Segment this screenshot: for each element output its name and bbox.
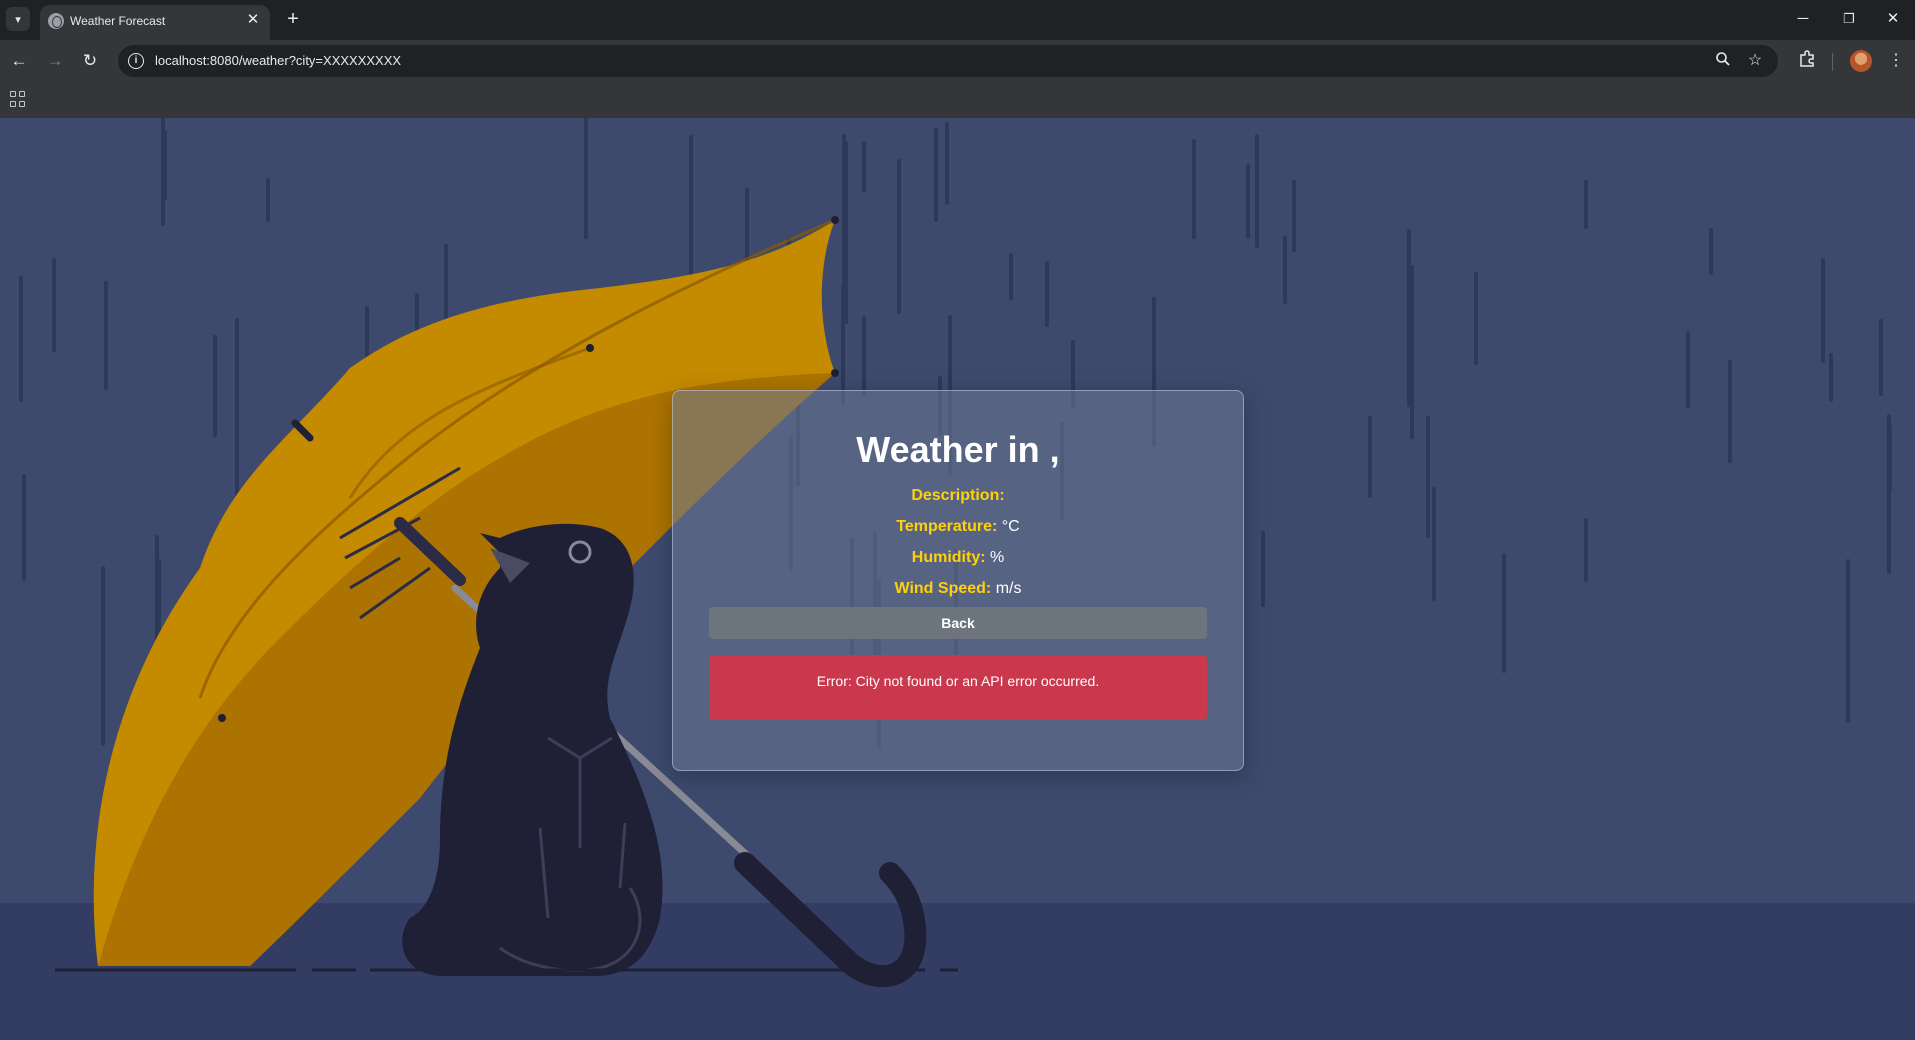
weather-title: Weather in ,	[856, 429, 1060, 470]
globe-icon	[48, 13, 64, 29]
humidity-row: Humidity: %	[673, 549, 1243, 567]
menu-icon[interactable]: ⋮	[1884, 49, 1908, 73]
wind-speed-row: Wind Speed: m/s	[673, 580, 1243, 598]
back-icon[interactable]: ←	[7, 49, 31, 73]
tab-search-icon[interactable]: ▾	[6, 7, 30, 31]
toolbar-divider	[1832, 53, 1833, 71]
tab-weather-forecast[interactable]: Weather Forecast ✕	[40, 5, 270, 40]
new-tab-button[interactable]: +	[280, 6, 306, 32]
star-icon[interactable]: ☆	[1745, 51, 1765, 71]
description-label: Description:	[911, 487, 1005, 504]
bookmarks-bar	[0, 82, 1915, 118]
address-bar[interactable]: i localhost:8080/weather?city=XXXXXXXXX …	[118, 45, 1778, 77]
tab-close-icon[interactable]: ✕	[244, 11, 262, 29]
apps-icon[interactable]	[10, 91, 26, 107]
tab-strip: ▾ Weather Forecast ✕ + ─ ❐ ✕	[0, 0, 1915, 40]
profile-avatar[interactable]	[1850, 50, 1872, 72]
description-row: Description:	[673, 487, 1243, 505]
zoom-icon[interactable]	[1713, 51, 1733, 71]
humidity-value: %	[990, 549, 1005, 566]
minimize-button[interactable]: ─	[1783, 6, 1823, 32]
wind-speed-value: m/s	[995, 580, 1022, 597]
reload-icon[interactable]: ↻	[78, 49, 102, 73]
forward-icon[interactable]: →	[43, 49, 67, 73]
extensions-icon[interactable]	[1795, 49, 1819, 73]
error-alert: Error: City not found or an API error oc…	[709, 655, 1207, 720]
browser-toolbar: ← → ↻ i localhost:8080/weather?city=XXXX…	[0, 40, 1915, 82]
temperature-value: °C	[1001, 518, 1020, 535]
tab-title: Weather Forecast	[70, 14, 166, 28]
site-info-icon[interactable]: i	[128, 53, 144, 69]
url-text[interactable]: localhost:8080/weather?city=XXXXXXXXX	[155, 53, 401, 68]
weather-card: Weather in , Description: Temperature: °…	[672, 390, 1244, 771]
temperature-label: Temperature:	[896, 518, 998, 535]
humidity-label: Humidity:	[911, 549, 986, 566]
back-button[interactable]: Back	[709, 607, 1207, 639]
page-viewport: Weather in , Description: Temperature: °…	[0, 118, 1915, 1040]
wind-speed-label: Wind Speed:	[894, 580, 992, 597]
temperature-row: Temperature: °C	[673, 518, 1243, 536]
restore-button[interactable]: ❐	[1829, 6, 1869, 32]
close-window-button[interactable]: ✕	[1873, 6, 1913, 32]
